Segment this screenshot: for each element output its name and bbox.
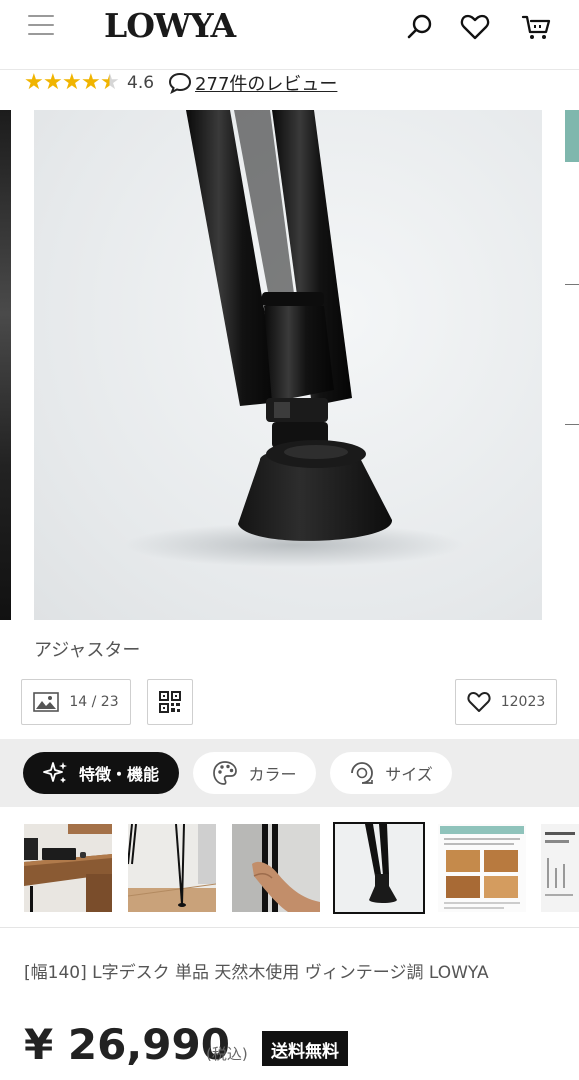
tape-measure-icon bbox=[351, 762, 374, 784]
adjuster-leg-photo bbox=[124, 110, 464, 567]
search-icon[interactable] bbox=[404, 11, 436, 43]
reviews-label: 277件のレビュー bbox=[195, 74, 338, 95]
image-counter-button[interactable]: 14 / 23 bbox=[21, 679, 131, 725]
thumbnail-wood-grain[interactable] bbox=[438, 824, 526, 912]
tab-size[interactable]: サイズ bbox=[330, 752, 452, 794]
previous-image-peek[interactable] bbox=[0, 110, 11, 620]
image-caption: アジャスター bbox=[34, 640, 141, 661]
image-icon bbox=[33, 692, 60, 712]
sparkle-icon bbox=[43, 762, 67, 783]
qr-code-icon bbox=[159, 691, 181, 713]
free-shipping-badge: 送料無料 bbox=[262, 1031, 348, 1066]
speech-bubble-icon bbox=[169, 72, 192, 94]
tab-features[interactable]: 特徴・機能 bbox=[23, 752, 179, 794]
tab-size-label: サイズ bbox=[385, 765, 433, 784]
star-icon: ★ bbox=[62, 70, 82, 95]
thumbnail-next-peek[interactable] bbox=[541, 824, 579, 912]
image-gallery[interactable] bbox=[0, 110, 579, 620]
star-icon: ★ bbox=[43, 70, 63, 95]
star-icon: ★ bbox=[81, 70, 101, 95]
thumbnail-hand-leg[interactable] bbox=[232, 824, 320, 912]
thumbnail-desk-setup[interactable] bbox=[24, 824, 112, 912]
palette-icon bbox=[213, 761, 238, 785]
reviews-link[interactable]: 277件のレビュー bbox=[168, 70, 337, 96]
section-divider bbox=[0, 927, 579, 928]
brand-logo[interactable]: LOWYA bbox=[104, 6, 236, 45]
tax-label: (税込) bbox=[206, 1045, 248, 1063]
tab-color-label: カラー bbox=[248, 765, 297, 784]
star-rating: ★ ★ ★ ★ ★ bbox=[24, 70, 120, 95]
rating-value: 4.6 bbox=[127, 73, 155, 93]
star-icon: ★ bbox=[24, 70, 44, 95]
tab-features-label: 特徴・機能 bbox=[78, 765, 159, 784]
hamburger-menu-icon[interactable] bbox=[28, 15, 54, 37]
rating-row: ★ ★ ★ ★ ★ 4.6 277件のレビュー bbox=[24, 68, 337, 98]
thumbnail-adjuster[interactable] bbox=[333, 822, 425, 914]
product-price: ¥ 26,990 bbox=[24, 1020, 230, 1069]
product-image-adjuster[interactable] bbox=[34, 110, 542, 620]
product-title: [幅140] L字デスク 単品 天然木使用 ヴィンテージ調 LOWYA bbox=[24, 963, 489, 983]
site-header: LOWYA bbox=[0, 0, 579, 70]
heart-icon[interactable] bbox=[459, 11, 491, 43]
thumbnail-hairpin-leg[interactable] bbox=[128, 824, 216, 912]
tab-color[interactable]: カラー bbox=[193, 752, 316, 794]
favorite-button[interactable]: 12023 bbox=[455, 679, 557, 725]
qr-code-button[interactable] bbox=[147, 679, 193, 725]
half-star-icon: ★ bbox=[100, 70, 120, 95]
cart-icon[interactable] bbox=[520, 11, 552, 43]
next-image-peek[interactable] bbox=[565, 110, 579, 620]
feature-tabs: 特徴・機能 カラー サイズ bbox=[0, 739, 579, 807]
image-counter: 14 / 23 bbox=[69, 694, 119, 710]
heart-icon bbox=[467, 692, 491, 712]
thumbnail-strip bbox=[0, 807, 579, 927]
favorite-count: 12023 bbox=[500, 694, 546, 710]
